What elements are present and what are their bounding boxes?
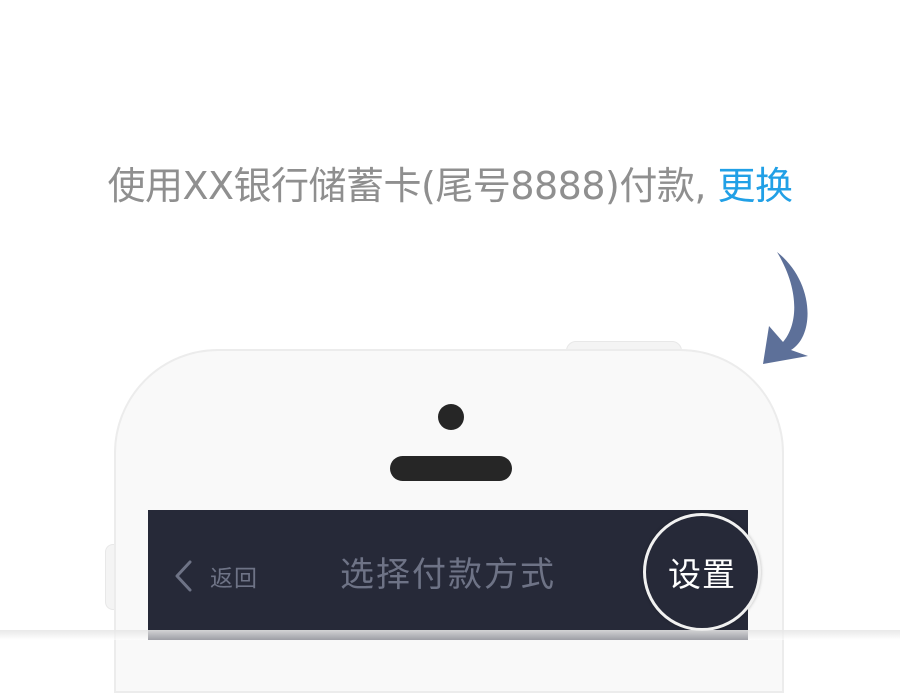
- payment-method-line: 使用XX银行储蓄卡(尾号8888)付款, 更换: [0, 162, 900, 210]
- back-label: 返回: [210, 566, 258, 592]
- curved-arrow-down-icon: [763, 252, 808, 364]
- chevron-left-icon: [175, 560, 192, 592]
- payment-method-text: 使用XX银行储蓄卡(尾号8888)付款,: [107, 164, 718, 208]
- change-payment-link[interactable]: 更换: [718, 164, 794, 208]
- screen-title: 选择付款方式: [340, 555, 556, 595]
- settings-button[interactable]: 设置: [643, 513, 761, 631]
- back-button[interactable]: 返回: [172, 556, 258, 596]
- phone-camera: [438, 404, 464, 430]
- phone-speaker: [390, 456, 512, 481]
- bottom-divider: [0, 630, 900, 640]
